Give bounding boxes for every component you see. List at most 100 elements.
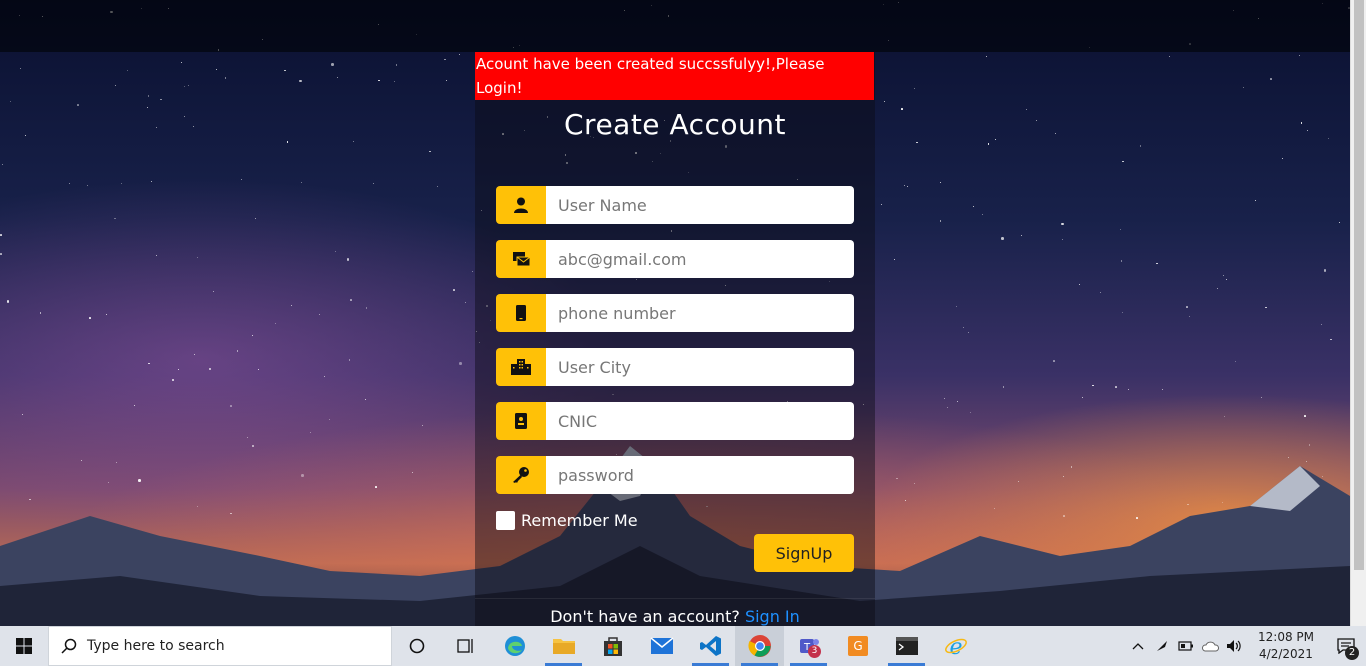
star [126, 69, 128, 71]
star [213, 291, 215, 293]
star [939, 182, 941, 184]
tray-volume[interactable] [1222, 639, 1246, 653]
star [181, 62, 183, 64]
star [2, 164, 4, 166]
star [284, 69, 286, 72]
taskbar-terminal[interactable] [882, 626, 931, 666]
remember-me-option[interactable]: Remember Me [496, 511, 638, 530]
star [348, 359, 351, 361]
star [255, 218, 257, 219]
star [1330, 338, 1332, 341]
remember-me-label: Remember Me [521, 511, 638, 530]
star [196, 256, 198, 258]
star [290, 304, 292, 306]
star [324, 375, 326, 377]
taskbar-vscode[interactable] [686, 626, 735, 666]
star [365, 307, 368, 309]
star [1092, 384, 1094, 387]
star [981, 213, 983, 215]
phone-icon [496, 294, 546, 332]
taskbar-edge[interactable] [490, 626, 539, 666]
star [955, 306, 957, 308]
star [19, 67, 21, 69]
star [9, 100, 12, 103]
star [1242, 87, 1244, 89]
taskbar-teams[interactable]: T 3 [784, 626, 833, 666]
star [230, 405, 232, 407]
star [155, 254, 158, 257]
star [459, 362, 462, 365]
star [105, 313, 107, 315]
cortana-button[interactable] [392, 626, 441, 666]
envelope-icon [496, 240, 546, 278]
tray-overflow-button[interactable] [1126, 642, 1150, 650]
signin-prompt-text: Don't have an account? [550, 607, 740, 626]
signin-link[interactable]: Sign In [745, 607, 800, 626]
task-view-button[interactable] [441, 626, 490, 666]
star [969, 412, 971, 414]
star [1270, 78, 1272, 80]
tray-onedrive[interactable] [1198, 640, 1222, 652]
star [334, 251, 336, 253]
taskbar-search-placeholder: Type here to search [87, 638, 225, 654]
signin-prompt: Don't have an account? Sign In [475, 598, 875, 626]
star [114, 84, 116, 86]
star [1323, 269, 1327, 272]
star [1300, 122, 1303, 124]
star [346, 258, 350, 261]
taskbar-clock[interactable]: 12:08 PM 4/2/2021 [1246, 629, 1326, 663]
star [893, 259, 895, 261]
star [1061, 238, 1064, 241]
taskbar-pdf-app[interactable]: G [833, 626, 882, 666]
taskbar-search-box[interactable]: Type here to search [48, 626, 392, 666]
star [1139, 145, 1142, 147]
city-input[interactable] [546, 348, 854, 386]
star [364, 398, 367, 401]
star [1307, 129, 1309, 131]
star [24, 134, 27, 137]
taskbar-store[interactable] [588, 626, 637, 666]
star [907, 185, 909, 187]
star [329, 418, 331, 420]
taskbar-chrome[interactable] [735, 626, 784, 666]
chevron-up-icon [1132, 643, 1144, 650]
taskbar-mail[interactable] [637, 626, 686, 666]
vertical-scrollbar[interactable] [1350, 0, 1366, 626]
username-input[interactable] [546, 186, 854, 224]
tray-app-icon[interactable] [1150, 639, 1174, 653]
star [1120, 260, 1123, 262]
star [77, 104, 79, 106]
star [331, 63, 334, 66]
action-center-button[interactable]: 2 [1326, 626, 1366, 666]
cortana-icon [409, 638, 424, 654]
cnic-field-group [496, 402, 854, 440]
star [903, 184, 906, 187]
folder-icon [552, 639, 575, 654]
tray-battery[interactable] [1174, 640, 1198, 652]
taskbar-internet-explorer[interactable]: e [931, 626, 980, 666]
phone-input[interactable] [546, 294, 854, 332]
scrollbar-thumb[interactable] [1354, 0, 1364, 570]
signup-button[interactable]: SignUp [754, 534, 854, 572]
terminal-icon [895, 637, 918, 655]
taskbar-file-explorer[interactable] [539, 626, 588, 666]
star [224, 77, 227, 79]
star [1320, 323, 1323, 326]
star [436, 185, 439, 188]
system-tray: 12:08 PM 4/2/2021 2 [1126, 626, 1366, 666]
start-button[interactable] [0, 626, 48, 666]
email-input[interactable] [546, 240, 854, 278]
password-field-group [496, 456, 854, 494]
password-input[interactable] [546, 456, 854, 494]
remember-me-checkbox[interactable] [496, 511, 515, 530]
star [1100, 291, 1102, 293]
cnic-input[interactable] [546, 402, 854, 440]
speaker-icon [1227, 640, 1241, 652]
star [114, 217, 116, 220]
star [252, 334, 254, 336]
star [258, 369, 260, 371]
star [1036, 120, 1038, 122]
star [1304, 415, 1306, 417]
star [22, 413, 24, 415]
star [318, 313, 320, 315]
